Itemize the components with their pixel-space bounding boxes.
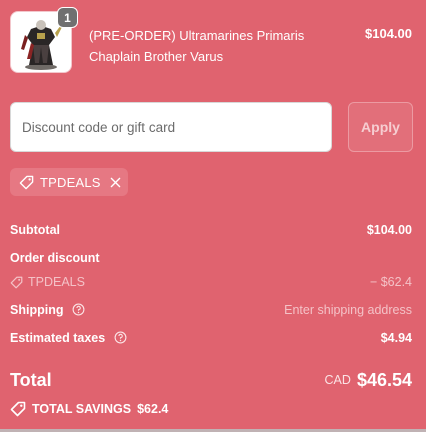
savings-value: $62.4 xyxy=(137,402,169,416)
shipping-value: Enter shipping address xyxy=(284,303,412,317)
quantity-badge: 1 xyxy=(57,7,78,28)
help-icon[interactable] xyxy=(72,303,85,316)
order-discount-label: Order discount xyxy=(10,251,100,265)
tag-icon xyxy=(10,401,26,417)
help-icon[interactable] xyxy=(114,331,127,344)
taxes-value: $4.94 xyxy=(380,331,412,345)
discount-code-row: TPDEALS xyxy=(10,275,85,289)
discount-code-name: TPDEALS xyxy=(28,275,85,289)
taxes-label-row: Estimated taxes xyxy=(10,331,127,345)
discount-value: − $62.4 xyxy=(369,275,412,289)
apply-button[interactable]: Apply xyxy=(348,102,413,152)
subtotal-label: Subtotal xyxy=(10,223,60,237)
applied-discount-chip: TPDEALS xyxy=(10,168,128,196)
shipping-label: Shipping xyxy=(10,303,64,317)
shipping-label-row: Shipping xyxy=(10,303,85,317)
currency-code: CAD xyxy=(324,373,351,387)
total-value: $46.54 xyxy=(356,370,412,390)
taxes-label: Estimated taxes xyxy=(10,331,106,345)
product-name: (PRE-ORDER) Ultramarines Primaris Chapla… xyxy=(89,28,305,64)
discount-code-input[interactable] xyxy=(10,102,332,152)
total-amount-row: CAD $46.54 xyxy=(325,370,412,391)
savings-label: TOTAL SAVINGS xyxy=(32,402,132,416)
remove-code-button[interactable] xyxy=(110,177,121,188)
tag-icon xyxy=(19,175,34,189)
applied-code-label: TPDEALS xyxy=(40,174,101,190)
total-savings: TOTAL SAVINGS $62.4 xyxy=(10,401,168,417)
subtotal-value: $104.00 xyxy=(366,223,412,237)
product-price: $104.00 xyxy=(365,26,412,41)
close-icon xyxy=(110,177,120,187)
total-label: Total xyxy=(10,370,52,390)
tag-icon xyxy=(10,276,23,288)
